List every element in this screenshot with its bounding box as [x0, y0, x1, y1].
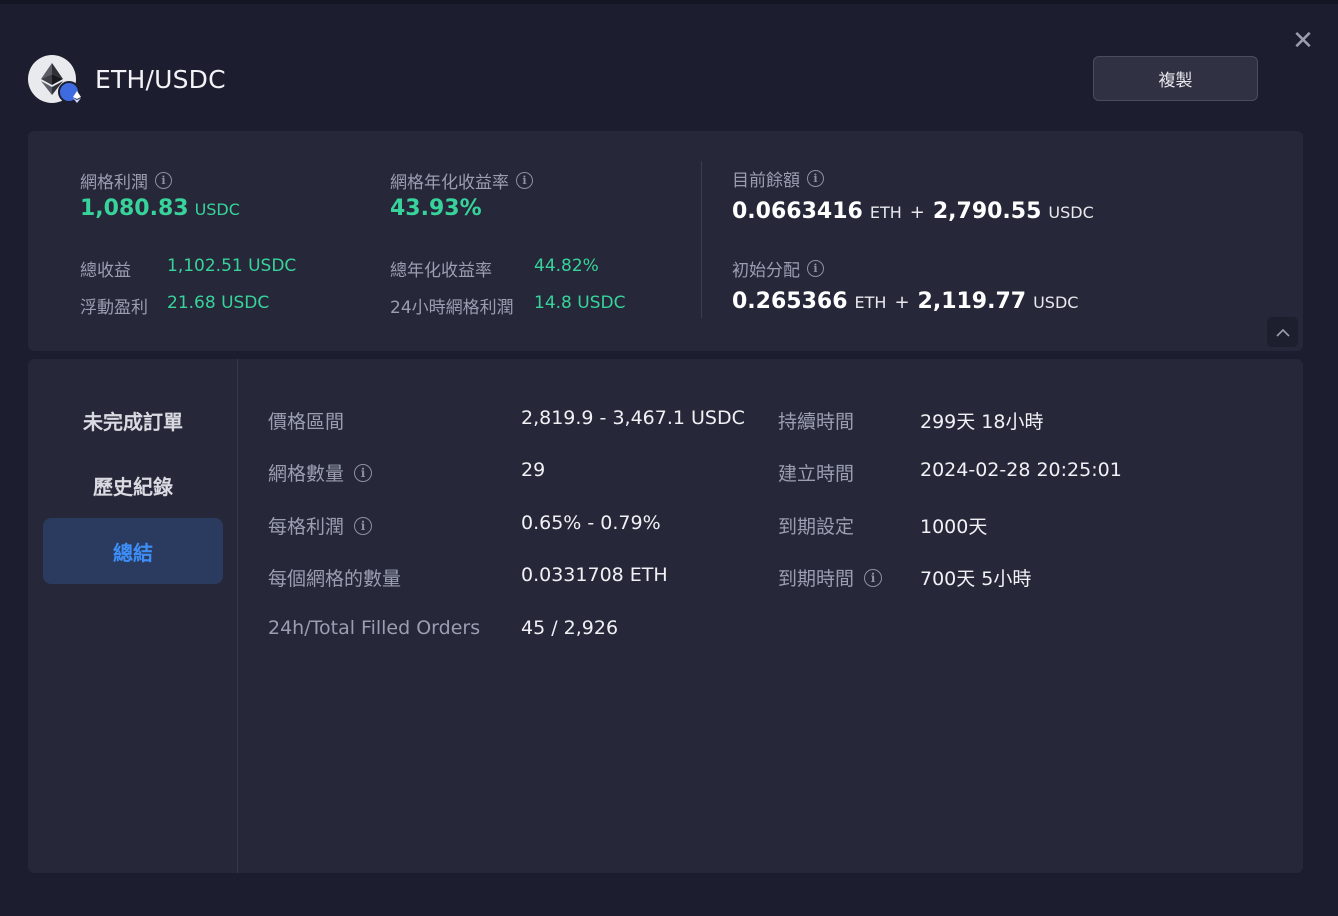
grid-count-value: 29 — [521, 459, 546, 481]
collapse-button[interactable] — [1267, 317, 1298, 347]
floating-pnl-label: 浮動盈利 — [80, 298, 148, 318]
top-strip — [0, 0, 1338, 4]
current-balance-eth: 0.0663416 — [732, 199, 863, 224]
grid-apr-value: 43.93% — [390, 196, 482, 221]
initial-allocation-eth: 0.265366 — [732, 289, 848, 314]
initial-allocation-label: 初始分配 i — [732, 256, 824, 281]
info-icon[interactable]: i — [864, 568, 883, 587]
expiry-setting-value: 1000天 — [920, 516, 988, 538]
plus-sign: + — [894, 292, 910, 313]
stats-divider — [701, 161, 702, 318]
duration-value: 299天 18小時 — [920, 411, 1044, 433]
plus-sign: + — [909, 202, 925, 223]
initial-allocation-usdc: 2,119.77 — [917, 289, 1027, 314]
grid-apr-label: 網格年化收益率 i — [390, 168, 533, 193]
grid-count-label-text: 網格數量 — [268, 463, 345, 485]
tab-open-orders[interactable]: 未完成訂單 — [43, 387, 223, 453]
expiry-setting-label: 到期設定 — [778, 516, 855, 538]
info-icon[interactable]: i — [354, 516, 373, 535]
ethereum-network-badge-icon — [58, 81, 81, 103]
total-apr-label: 總年化收益率 — [390, 261, 492, 281]
grid-profit-label-text: 網格利潤 — [80, 173, 148, 193]
profit-per-grid-value: 0.65% - 0.79% — [521, 512, 661, 534]
detail-divider — [237, 359, 238, 873]
grid-profit-24h-label: 24小時網格利潤 — [390, 298, 514, 318]
tab-history[interactable]: 歷史紀錄 — [43, 452, 223, 518]
pair-title: ETH/USDC — [95, 64, 226, 94]
current-balance-value: 0.0663416 ETH + 2,790.55 USDC — [732, 199, 1094, 224]
current-balance-label-text: 目前餘額 — [732, 171, 800, 191]
quantity-per-grid-label: 每個網格的數量 — [268, 568, 402, 590]
chevron-up-icon — [1275, 328, 1290, 337]
expiry-time-value: 700天 5小時 — [920, 568, 1032, 590]
expiry-time-label: 到期時間 i — [778, 564, 883, 591]
copy-button[interactable]: 複製 — [1093, 56, 1258, 101]
grid-profit-24h-value: 14.8 USDC — [534, 293, 626, 313]
filled-orders-label: 24h/Total Filled Orders — [268, 617, 481, 639]
info-icon[interactable]: i — [155, 172, 172, 189]
detail-panel: 未完成訂單 歷史紀錄 總結 價格區間 2,819.9 - 3,467.1 USD… — [28, 359, 1303, 873]
info-icon[interactable]: i — [516, 172, 533, 189]
initial-allocation-value: 0.265366 ETH + 2,119.77 USDC — [732, 289, 1078, 314]
profit-per-grid-label: 每格利潤 i — [268, 512, 373, 539]
grid-profit-unit: USDC — [194, 200, 240, 219]
grid-profit-value: 1,080.83 USDC — [80, 196, 240, 221]
current-balance-eth-unit: ETH — [869, 203, 902, 222]
grid-profit-label: 網格利潤 i — [80, 168, 172, 193]
total-profit-label: 總收益 — [80, 261, 131, 281]
floating-pnl-value: 21.68 USDC — [167, 293, 270, 313]
info-icon[interactable]: i — [807, 170, 824, 187]
stats-panel: 網格利潤 i 1,080.83 USDC 網格年化收益率 i 43.93% 總收益… — [28, 131, 1303, 351]
grid-apr-label-text: 網格年化收益率 — [390, 173, 509, 193]
filled-orders-value: 45 / 2,926 — [521, 617, 619, 639]
profit-per-grid-label-text: 每格利潤 — [268, 516, 345, 538]
tab-summary[interactable]: 總結 — [43, 518, 223, 584]
info-icon[interactable]: i — [354, 463, 373, 482]
ethereum-coin-icon — [28, 55, 81, 103]
current-balance-label: 目前餘額 i — [732, 166, 824, 191]
total-profit-value: 1,102.51 USDC — [167, 256, 297, 276]
initial-allocation-eth-unit: ETH — [854, 293, 887, 312]
price-range-value: 2,819.9 - 3,467.1 USDC — [521, 407, 745, 429]
quantity-per-grid-value: 0.0331708 ETH — [521, 564, 668, 586]
close-icon[interactable]: ✕ — [1290, 28, 1316, 54]
price-range-label: 價格區間 — [268, 411, 345, 433]
info-icon[interactable]: i — [807, 260, 824, 277]
total-apr-value: 44.82% — [534, 256, 599, 276]
duration-label: 持續時間 — [778, 411, 855, 433]
initial-allocation-label-text: 初始分配 — [732, 261, 800, 281]
modal-header: ETH/USDC — [28, 54, 226, 104]
current-balance-usdc-unit: USDC — [1048, 203, 1094, 222]
grid-profit-amount: 1,080.83 — [80, 196, 189, 221]
grid-count-label: 網格數量 i — [268, 459, 373, 486]
created-time-value: 2024-02-28 20:25:01 — [920, 459, 1122, 481]
current-balance-usdc: 2,790.55 — [932, 199, 1042, 224]
initial-allocation-usdc-unit: USDC — [1033, 293, 1079, 312]
expiry-time-label-text: 到期時間 — [778, 568, 855, 590]
created-time-label: 建立時間 — [778, 463, 855, 485]
